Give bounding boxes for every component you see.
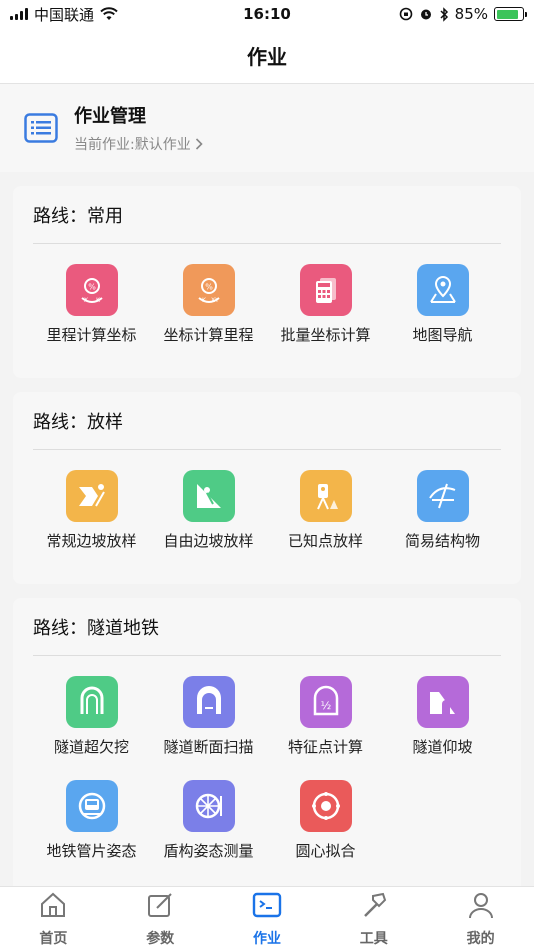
tool-label: 里程计算坐标 [46,326,137,344]
tool-button[interactable]: 地图导航 [384,264,501,368]
svg-text:K: K [96,297,101,304]
svg-text:XY: XY [211,297,219,304]
shield-attitude-icon [182,780,235,832]
tool-button[interactable]: 批量坐标计算 [267,264,384,368]
svg-text:½: ½ [320,699,331,712]
map-nav-icon [416,264,469,316]
tab-label: 工具 [359,930,388,947]
tab-terminal[interactable]: 作业 [214,887,321,950]
rotation-lock-icon [399,7,412,21]
tool-button[interactable]: 地铁管片姿态 [33,780,150,884]
tab-label: 参数 [146,930,175,947]
svg-text:X: X [84,297,88,304]
user-icon [466,890,496,924]
free-slope-icon [182,470,235,522]
section-2: 路线：隧道地铁隧道超欠挖 隧道断面扫描 ½ 特征点计算 隧道仰坡地铁管片姿态 盾构姿态测量… [13,598,521,886]
job-management-title: 作业管理 [74,106,146,127]
coord-to-mileage-icon: % K XY [182,264,235,316]
bluetooth-icon [440,6,448,22]
tool-button[interactable]: % X K 里程计算坐标 [33,264,150,368]
section-title: 路线：放样 [33,392,501,450]
section-1: 路线：放样常规边坡放样 自由边坡放样 已知点放样 简易结构物 [13,392,521,584]
tool-label: 简易结构物 [404,532,480,550]
mileage-to-coord-icon: % X K [65,264,118,316]
tool-label: 隧道超欠挖 [53,738,129,756]
tab-label: 我的 [466,930,495,947]
tunnel-slope-icon [416,676,469,728]
section-0: 路线：常用% X K 里程计算坐标% K XY 坐标计算里程 批量坐标计算 地图导航 [13,186,521,378]
tool-label: 已知点放样 [287,532,363,550]
tool-label: 隧道仰坡 [412,738,473,756]
status-bar: 中国联通 16:10 85% [0,0,534,28]
metro-segment-icon [65,780,118,832]
tool-button[interactable]: 常规边坡放样 [33,470,150,574]
tab-edit[interactable]: 参数 [107,887,214,950]
tool-button[interactable]: 隧道仰坡 [384,676,501,780]
tool-button[interactable]: ½ 特征点计算 [267,676,384,780]
tool-label: 隧道断面扫描 [163,738,254,756]
tool-label: 坐标计算里程 [163,326,254,344]
tool-label: 圆心拟合 [295,842,356,860]
tool-button[interactable]: % K XY 坐标计算里程 [150,264,267,368]
carrier-label: 中国联通 [34,5,95,24]
navigation-bar: 作业 [0,28,534,84]
tool-button[interactable]: 隧道超欠挖 [33,676,150,780]
tab-label: 作业 [252,930,281,947]
tool-label: 常规边坡放样 [46,532,137,550]
tool-button[interactable]: 圆心拟合 [267,780,384,884]
home-icon [38,890,68,924]
hammer-icon [359,890,389,924]
tool-label: 盾构姿态测量 [163,842,254,860]
tool-button[interactable]: 盾构姿态测量 [150,780,267,884]
tool-label: 批量坐标计算 [280,326,371,344]
slope-stakeout-icon [65,470,118,522]
wifi-icon [100,7,118,20]
current-job-label: 当前作业:默认作业 [74,137,191,153]
tool-button[interactable]: 隧道断面扫描 [150,676,267,780]
svg-text:%: % [205,283,213,292]
alarm-icon [420,9,431,20]
tool-label: 地铁管片姿态 [46,842,137,860]
tab-bar: 首页 参数 作业 工具 我的 [0,886,534,950]
chevron-right-icon [195,138,203,150]
section-title: 路线：隧道地铁 [33,598,501,656]
simple-structure-icon [416,470,469,522]
battery-percent: 85% [454,5,488,23]
circle-fit-icon [299,780,352,832]
tab-user[interactable]: 我的 [427,887,534,950]
terminal-icon [252,890,282,924]
svg-text:K: K [202,297,207,304]
section-title: 路线：常用 [33,186,501,244]
battery-icon [494,7,527,21]
svg-text:%: % [88,283,96,292]
batch-calc-icon [299,264,352,316]
feature-point-icon: ½ [299,676,352,728]
tool-button[interactable]: 简易结构物 [384,470,501,574]
tool-label: 地图导航 [412,326,473,344]
tab-hammer[interactable]: 工具 [320,887,427,950]
edit-icon [145,890,175,924]
list-icon [24,113,58,143]
tunnel-overbreak-icon [65,676,118,728]
tool-label: 特征点计算 [287,738,363,756]
main-content[interactable]: 作业管理 当前作业:默认作业 路线：常用% X K 里程计算坐标% K XY 坐标计算里程批… [0,84,534,886]
signal-icon [10,8,28,20]
page-title: 作业 [247,45,287,69]
tab-label: 首页 [39,930,68,947]
tool-label: 自由边坡放样 [163,532,254,550]
tunnel-scan-icon [182,676,235,728]
tool-button[interactable]: 已知点放样 [267,470,384,574]
job-management-card[interactable]: 作业管理 当前作业:默认作业 [0,84,534,172]
tool-button[interactable]: 自由边坡放样 [150,470,267,574]
known-point-icon [299,470,352,522]
tab-home[interactable]: 首页 [0,887,107,950]
